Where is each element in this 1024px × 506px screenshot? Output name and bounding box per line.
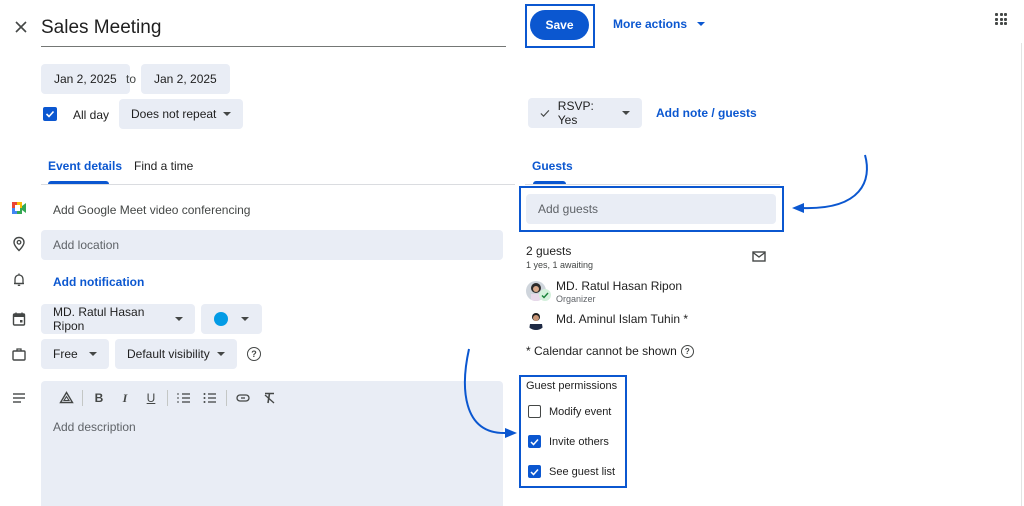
link-icon[interactable] xyxy=(230,388,256,408)
calendar-icon xyxy=(11,311,27,327)
caret-down-icon xyxy=(217,352,225,356)
location-pin-icon xyxy=(11,236,27,252)
permission-modify-event[interactable]: Modify event xyxy=(528,405,611,418)
help-icon[interactable]: ? xyxy=(680,344,694,358)
apps-grid-icon[interactable] xyxy=(995,13,1007,25)
availability-dropdown[interactable]: Free xyxy=(41,339,109,369)
help-icon[interactable]: ? xyxy=(247,347,261,361)
visibility-value: Default visibility xyxy=(127,347,210,361)
toolbar-separator xyxy=(167,390,168,406)
guest-name: MD. Ratul Hasan Ripon xyxy=(556,279,683,293)
guest-count: 2 guests xyxy=(526,244,572,258)
color-swatch xyxy=(214,312,228,326)
description-editor[interactable]: B I U Add description xyxy=(41,381,503,506)
tab-event-details[interactable]: Event details xyxy=(48,159,122,173)
calendar-note-text: * Calendar cannot be shown xyxy=(526,344,677,358)
tab-find-a-time[interactable]: Find a time xyxy=(134,159,193,173)
repeat-dropdown[interactable]: Does not repeat xyxy=(119,99,243,129)
checkmark-icon xyxy=(530,468,539,476)
save-button[interactable]: Save xyxy=(530,10,589,40)
more-actions-label: More actions xyxy=(613,17,688,31)
remove-formatting-icon[interactable] xyxy=(256,388,282,408)
checkmark-icon xyxy=(45,110,55,118)
numbered-list-icon[interactable] xyxy=(171,388,197,408)
close-button[interactable] xyxy=(12,18,30,36)
caret-down-icon xyxy=(89,352,97,356)
date-to-label: to xyxy=(126,72,137,86)
calendar-owner-dropdown[interactable]: MD. Ratul Hasan Ripon xyxy=(41,304,195,334)
caret-down-icon xyxy=(622,111,630,115)
checkbox-checked[interactable] xyxy=(528,435,541,448)
drive-attachment-icon[interactable] xyxy=(53,388,79,408)
permission-label: Modify event xyxy=(549,405,612,418)
annotation-arrow-permissions xyxy=(464,348,517,438)
bold-icon[interactable]: B xyxy=(86,388,112,408)
event-color-dropdown[interactable] xyxy=(201,304,262,334)
briefcase-icon xyxy=(11,346,27,362)
caret-down-icon xyxy=(697,22,706,26)
location-input[interactable]: Add location xyxy=(41,230,503,260)
add-notification-link[interactable]: Add notification xyxy=(53,275,144,289)
repeat-value: Does not repeat xyxy=(131,107,217,121)
more-actions-button[interactable]: More actions xyxy=(613,17,706,31)
description-lines-icon xyxy=(11,390,27,406)
checkbox-checked[interactable] xyxy=(528,465,541,478)
annotation-arrow-add-guests xyxy=(792,154,868,213)
permission-label: See guest list xyxy=(549,465,616,478)
guest-summary: 1 yes, 1 awaiting xyxy=(526,260,594,270)
underline-icon[interactable]: U xyxy=(138,388,164,408)
google-meet-icon xyxy=(11,201,27,217)
guest-name: Md. Aminul Islam Tuhin * xyxy=(556,312,689,326)
tab-guests[interactable]: Guests xyxy=(532,159,573,173)
bulleted-list-icon[interactable] xyxy=(197,388,223,408)
toolbar-separator xyxy=(82,390,83,406)
all-day-checkbox[interactable] xyxy=(43,107,57,121)
calendar-owner-value: MD. Ratul Hasan Ripon xyxy=(53,305,145,333)
permission-invite-others[interactable]: Invite others xyxy=(528,435,609,448)
start-date-button[interactable]: Jan 2, 2025 xyxy=(41,64,130,94)
event-title-input[interactable]: Sales Meeting xyxy=(41,14,506,47)
close-icon xyxy=(15,21,27,33)
accepted-check-icon xyxy=(539,289,551,301)
bell-icon xyxy=(11,272,27,288)
calendar-note: * Calendar cannot be shown ? xyxy=(526,344,694,358)
guest-role: Organizer xyxy=(556,294,596,304)
panel-divider xyxy=(1021,43,1022,506)
tabs-divider xyxy=(41,184,515,185)
add-guests-input[interactable]: Add guests xyxy=(526,194,776,224)
rsvp-dropdown[interactable]: RSVP: Yes xyxy=(528,98,642,128)
italic-icon[interactable]: I xyxy=(112,388,138,408)
caret-down-icon xyxy=(241,317,249,321)
checkbox-unchecked[interactable] xyxy=(528,405,541,418)
end-date-button[interactable]: Jan 2, 2025 xyxy=(141,64,230,94)
visibility-dropdown[interactable]: Default visibility xyxy=(115,339,237,369)
add-google-meet-button[interactable]: Add Google Meet video conferencing xyxy=(53,203,250,217)
email-guests-icon[interactable] xyxy=(752,251,766,262)
add-note-guests-link[interactable]: Add note / guests xyxy=(656,106,757,120)
check-icon xyxy=(540,109,550,117)
avatar xyxy=(526,310,546,330)
permission-label: Invite others xyxy=(549,435,609,448)
rsvp-value: RSVP: Yes xyxy=(557,99,594,127)
toolbar-separator xyxy=(226,390,227,406)
caret-down-icon xyxy=(175,317,183,321)
description-placeholder: Add description xyxy=(53,420,136,434)
guest-permissions-title: Guest permissions xyxy=(526,380,618,392)
permission-see-guest-list[interactable]: See guest list xyxy=(528,465,615,478)
availability-value: Free xyxy=(53,347,78,361)
caret-down-icon xyxy=(223,112,231,116)
guests-tab-divider xyxy=(525,184,780,185)
all-day-label: All day xyxy=(73,108,110,122)
formatting-toolbar: B I U xyxy=(53,388,282,408)
checkmark-icon xyxy=(530,438,539,446)
